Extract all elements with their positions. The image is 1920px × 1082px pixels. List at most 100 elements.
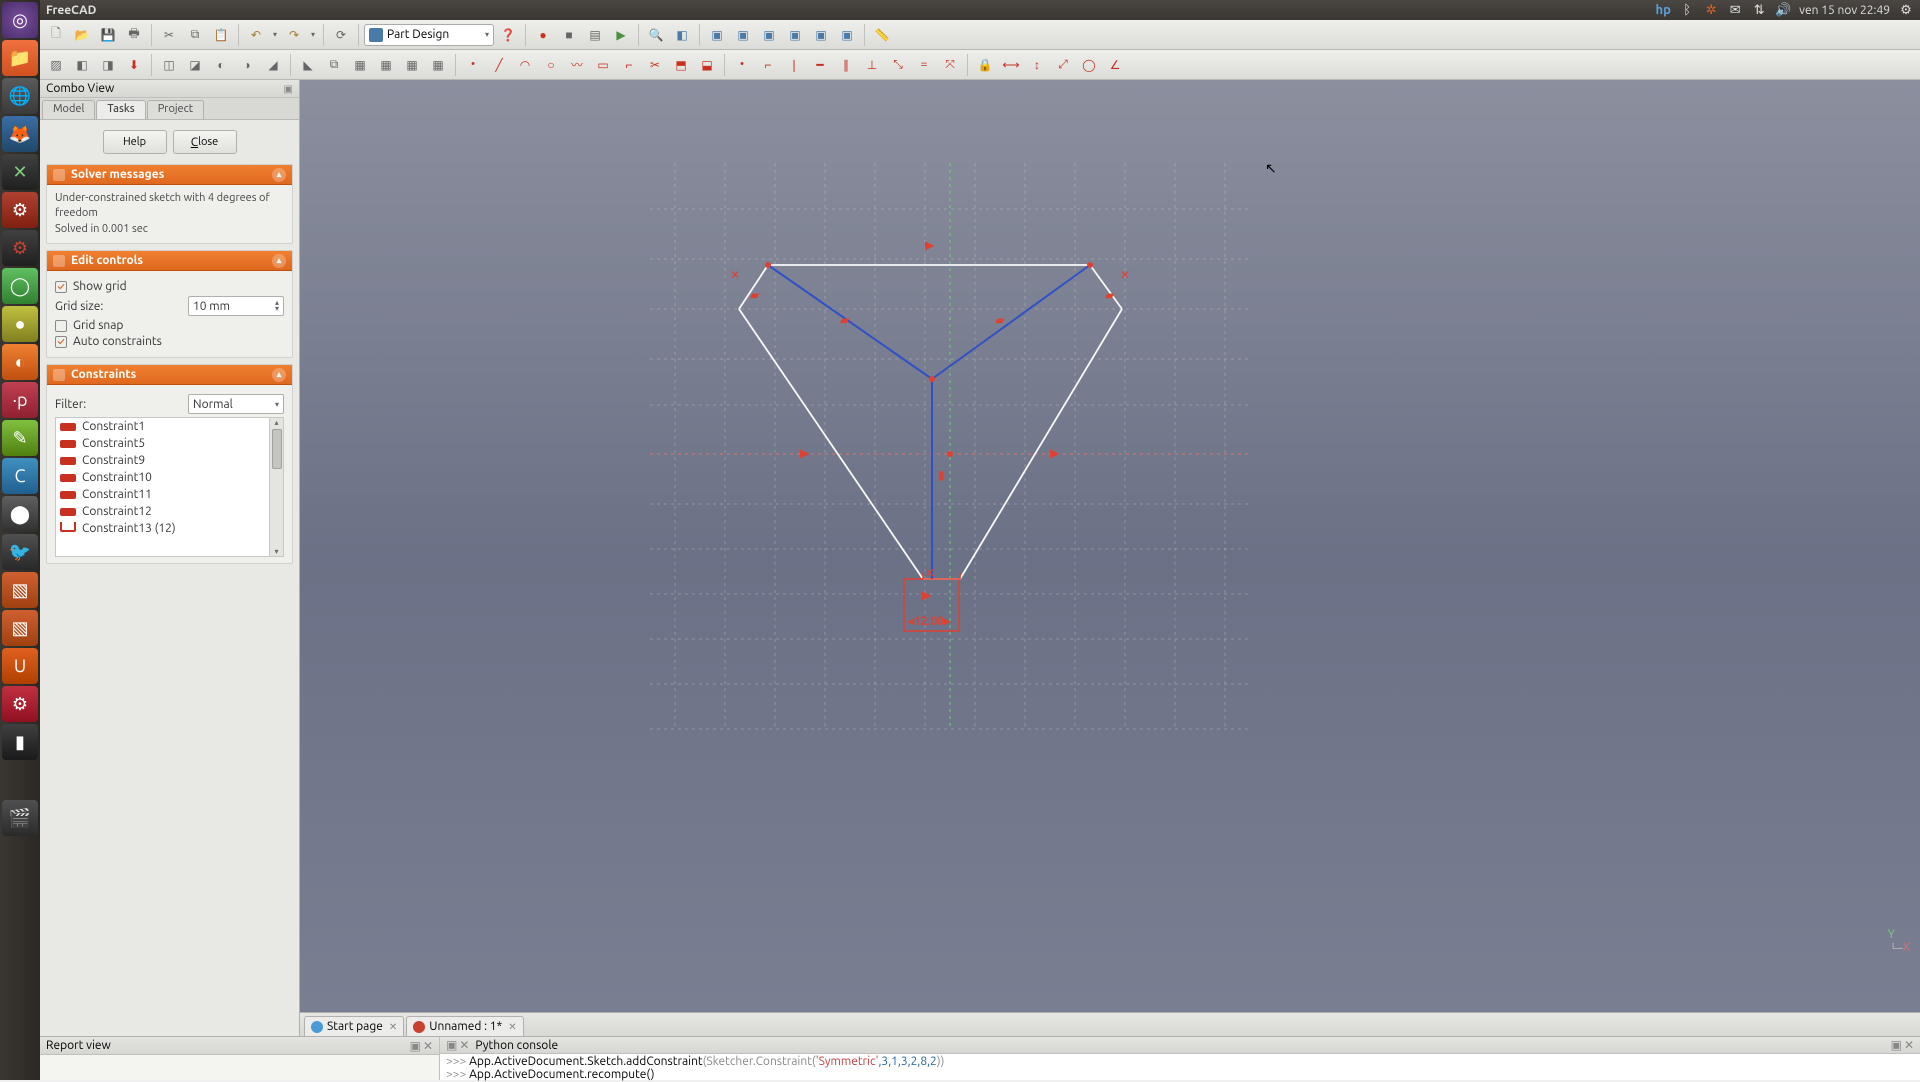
dropdown-icon[interactable]: ▾: [308, 30, 318, 39]
launcher-ubuntu-icon[interactable]: U: [2, 648, 38, 684]
view-axo-icon[interactable]: ◧: [670, 23, 694, 47]
open-icon[interactable]: 📂: [70, 23, 94, 47]
macro-record-icon[interactable]: ●: [531, 23, 555, 47]
collapse-icon[interactable]: ▴: [272, 254, 286, 268]
launcher-app-icon[interactable]: ⬤: [2, 496, 38, 532]
close-tab-icon[interactable]: ✕: [508, 1021, 516, 1033]
refresh-icon[interactable]: ⟳: [329, 23, 353, 47]
sketch-map-icon[interactable]: ⬇: [122, 53, 146, 77]
hp-icon[interactable]: hp: [1655, 2, 1671, 18]
sketch-trim-icon[interactable]: ✂: [643, 53, 667, 77]
sketch-construction-icon[interactable]: ⬓: [695, 53, 719, 77]
close-button[interactable]: CCloselose: [173, 130, 237, 154]
launcher-firefox-icon[interactable]: 🦊: [2, 116, 38, 152]
whatsthis-icon[interactable]: ❓: [496, 23, 520, 47]
tab-unnamed[interactable]: Unnamed : 1* ✕: [406, 1016, 523, 1036]
panel-header[interactable]: Edit controls ▴: [47, 251, 292, 271]
undo-icon[interactable]: ↶: [244, 23, 268, 47]
sketch-fillet-icon[interactable]: ⌐: [617, 53, 641, 77]
scaled-icon[interactable]: ▦: [400, 53, 424, 77]
constrain-length-icon[interactable]: ⤢: [1051, 53, 1075, 77]
scrollbar[interactable]: ▴ ▾: [269, 418, 283, 556]
app-indicator-icon[interactable]: ✲: [1703, 2, 1719, 18]
launcher-app-icon[interactable]: ✎: [2, 420, 38, 456]
constraint-row[interactable]: Constraint12: [56, 503, 269, 520]
redo-icon[interactable]: ↷: [282, 23, 306, 47]
collapse-icon[interactable]: ▴: [272, 168, 286, 182]
view-bottom-icon[interactable]: ▣: [809, 23, 833, 47]
paste-icon[interactable]: 📋: [209, 23, 233, 47]
launcher-app-icon[interactable]: ⚙: [2, 192, 38, 228]
constrain-horizontal-icon[interactable]: ━: [808, 53, 832, 77]
launcher-app-icon[interactable]: ▧: [2, 610, 38, 646]
view-left-icon[interactable]: ▣: [835, 23, 859, 47]
chamfer-icon[interactable]: ◣: [296, 53, 320, 77]
launcher-app-icon[interactable]: ✕: [2, 154, 38, 190]
launcher-app-icon[interactable]: 🌐: [2, 78, 38, 114]
constrain-coincident-icon[interactable]: •: [730, 53, 754, 77]
constrain-parallel-icon[interactable]: ∥: [834, 53, 858, 77]
save-icon[interactable]: 💾: [96, 23, 120, 47]
mirror-icon[interactable]: ⧉: [322, 53, 346, 77]
constraint-row[interactable]: Constraint5: [56, 435, 269, 452]
sketch-polyline-icon[interactable]: 〰: [565, 53, 589, 77]
view-rear-icon[interactable]: ▣: [783, 23, 807, 47]
dock-icon[interactable]: ▣: [446, 1038, 457, 1052]
macro-list-icon[interactable]: ▤: [583, 23, 607, 47]
linear-pattern-icon[interactable]: ▦: [348, 53, 372, 77]
pocket-icon[interactable]: ◪: [183, 53, 207, 77]
constraint-row[interactable]: Constraint13 (12): [56, 520, 269, 537]
launcher-app-icon[interactable]: 🐦: [2, 534, 38, 570]
sketch-edit-icon[interactable]: ◧: [70, 53, 94, 77]
sketch-leave-icon[interactable]: ◨: [96, 53, 120, 77]
launcher-app-icon[interactable]: [2, 762, 38, 798]
launcher-app-icon[interactable]: ◯: [2, 268, 38, 304]
launcher-app-icon[interactable]: ●: [2, 306, 38, 342]
constrain-tangent-icon[interactable]: ⤡: [886, 53, 910, 77]
python-console-body[interactable]: >>> App.ActiveDocument.Sketch.addConstra…: [440, 1054, 1920, 1082]
help-button[interactable]: Help: [103, 130, 167, 154]
constrain-vdist-icon[interactable]: ↕: [1025, 53, 1049, 77]
cut-icon[interactable]: ✂: [157, 23, 181, 47]
fit-all-icon[interactable]: 🔍: [644, 23, 668, 47]
constraint-row[interactable]: Constraint1: [56, 418, 269, 435]
sketch-point-icon[interactable]: •: [461, 53, 485, 77]
constraint-row[interactable]: Constraint11: [56, 486, 269, 503]
view-right-icon[interactable]: ▣: [757, 23, 781, 47]
macro-play-icon[interactable]: ▶: [609, 23, 633, 47]
close-icon[interactable]: ✕: [1904, 1038, 1914, 1052]
view-front-icon[interactable]: ▣: [705, 23, 729, 47]
revolve-icon[interactable]: ◐: [209, 53, 233, 77]
clock[interactable]: ven 15 nov 22:49: [1799, 4, 1890, 17]
new-icon[interactable]: 🗋: [44, 23, 68, 47]
macro-stop-icon[interactable]: ■: [557, 23, 581, 47]
panel-header[interactable]: Solver messages ▴: [47, 165, 292, 185]
launcher-app-icon[interactable]: ⚙: [2, 230, 38, 266]
tab-start-page[interactable]: Start page ✕: [304, 1016, 404, 1036]
copy-icon[interactable]: ⧉: [183, 23, 207, 47]
filter-select[interactable]: Normal ▾: [188, 394, 284, 414]
sketch-circle-icon[interactable]: ○: [539, 53, 563, 77]
sketch-rect-icon[interactable]: ▭: [591, 53, 615, 77]
network-icon[interactable]: ⇅: [1751, 2, 1767, 18]
dock-icon[interactable]: ▣: [410, 1039, 421, 1053]
sketch-external-icon[interactable]: ⬒: [669, 53, 693, 77]
groove-icon[interactable]: ◑: [235, 53, 259, 77]
multitransform-icon[interactable]: ▦: [426, 53, 450, 77]
checkbox-grid-snap[interactable]: [55, 320, 67, 332]
tab-project[interactable]: Project: [147, 100, 204, 119]
bluetooth-icon[interactable]: ᛒ: [1679, 2, 1695, 18]
tab-model[interactable]: Model: [42, 100, 95, 119]
launcher-files-icon[interactable]: 📁: [2, 40, 38, 76]
pad-icon[interactable]: ◫: [157, 53, 181, 77]
constrain-perpendicular-icon[interactable]: ⊥: [860, 53, 884, 77]
constrain-hdist-icon[interactable]: ⟷: [999, 53, 1023, 77]
grid-size-field[interactable]: 10 mm ▴▾: [188, 296, 284, 316]
checkbox-auto-constraints[interactable]: ✓: [55, 336, 67, 348]
close-tab-icon[interactable]: ✕: [389, 1021, 397, 1033]
constraint-row[interactable]: Constraint9: [56, 452, 269, 469]
launcher-app-icon[interactable]: ⚙: [2, 686, 38, 722]
dropdown-icon[interactable]: ▾: [270, 30, 280, 39]
constrain-radius-icon[interactable]: ◯: [1077, 53, 1101, 77]
constrain-lock-icon[interactable]: 🔒: [973, 53, 997, 77]
